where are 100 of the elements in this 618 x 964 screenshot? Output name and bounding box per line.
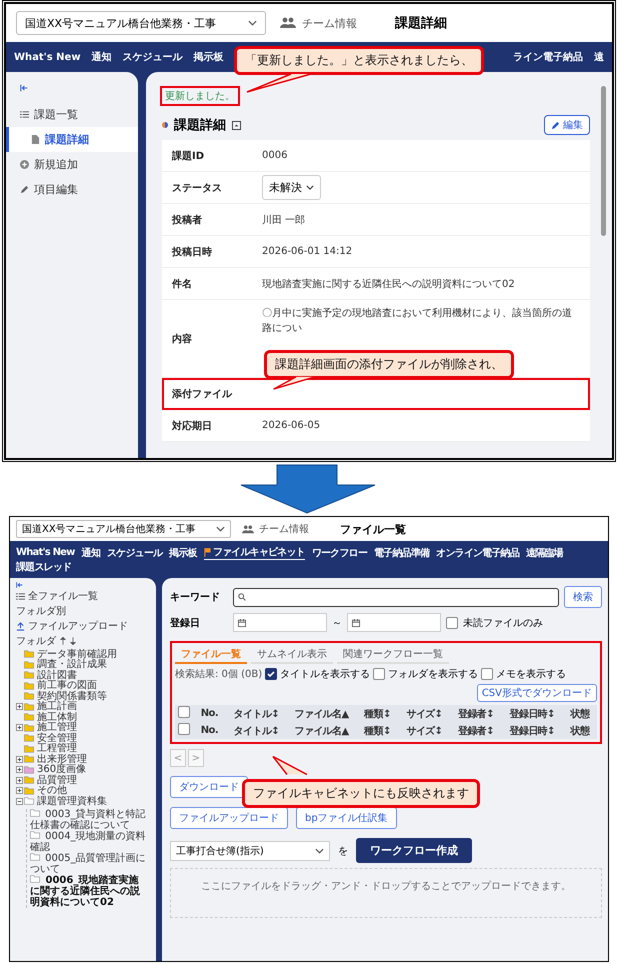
folder-item[interactable]: その他: [16, 786, 152, 796]
project-select[interactable]: 国道XX号マニュアル橋台他業務・工事: [16, 11, 266, 35]
nav-item[interactable]: ライン電子納品: [513, 50, 583, 64]
scrollbar[interactable]: [601, 86, 606, 236]
column-header[interactable]: 種類↕: [356, 724, 399, 738]
folder-item[interactable]: 課題管理資料集: [16, 796, 152, 806]
folder-item[interactable]: 0005_品質管理計画について: [30, 852, 146, 874]
nav-item[interactable]: 遠隔臨場: [526, 546, 563, 560]
checkbox[interactable]: [481, 668, 494, 680]
column-header[interactable]: サイズ↕: [398, 706, 450, 720]
column-header[interactable]: 種類↕: [356, 706, 399, 720]
checkbox[interactable]: [178, 706, 190, 718]
folder-item[interactable]: データ事前確認用: [16, 649, 152, 660]
field-label: 投稿者: [172, 214, 203, 226]
nav-item[interactable]: 通知: [82, 546, 100, 560]
plus-circle-icon: [20, 160, 29, 169]
nav-item[interactable]: ワークフロー: [312, 546, 368, 560]
sidebar-item[interactable]: ファイルアップロード: [16, 619, 152, 633]
nav-item[interactable]: 課題スレッド: [16, 560, 72, 574]
checkbox-label: タイトルを表示する: [280, 668, 370, 681]
nav-item[interactable]: 電子納品準備: [374, 546, 430, 560]
collapse-icon[interactable]: [16, 582, 23, 588]
keyword-field[interactable]: [233, 588, 559, 606]
tab[interactable]: サムネイル表示: [251, 646, 333, 664]
column-header[interactable]: 登録日時↕: [502, 706, 563, 720]
folder-item[interactable]: 施工体制: [16, 712, 152, 722]
sidebar-item[interactable]: 新規追加: [6, 152, 138, 177]
team-info-link[interactable]: チーム情報: [259, 522, 309, 536]
project-select[interactable]: 国道XX号マニュアル橋台他業務・工事: [16, 520, 231, 538]
column-header[interactable]: No.: [193, 725, 226, 736]
column-header[interactable]: 登録者↕: [450, 706, 502, 720]
nav-item[interactable]: スケジュール: [122, 50, 183, 64]
column-header[interactable]: 登録者↕: [450, 724, 502, 738]
column-header[interactable]: タイトル↕: [226, 724, 287, 738]
folder-item[interactable]: 0006_現地踏査実施に関する近隣住民への説明資料について02: [30, 874, 146, 908]
plus-box-icon[interactable]: [16, 776, 23, 784]
expand-all-icon[interactable]: [60, 637, 66, 645]
edit-button[interactable]: 編集: [544, 115, 590, 135]
folder-item[interactable]: 出来形管理: [16, 754, 152, 764]
sidebar-item[interactable]: 課題詳細: [6, 127, 138, 152]
nav-item[interactable]: What's New: [16, 547, 75, 558]
checkbox[interactable]: [265, 668, 278, 680]
nav-item[interactable]: What's New: [14, 52, 81, 62]
folder-item[interactable]: 安全管理: [16, 733, 152, 744]
nav-item[interactable]: 遠: [594, 50, 604, 64]
workflow-select[interactable]: 工事打合せ簿(指示): [170, 840, 330, 860]
folder-item[interactable]: 360度画像: [16, 764, 152, 775]
checkbox[interactable]: [178, 723, 190, 735]
column-header[interactable]: ファイル名▲: [286, 724, 356, 738]
field-label: 投稿日時: [172, 246, 213, 258]
nav-item[interactable]: オンライン電子納品: [436, 546, 520, 560]
folder-item[interactable]: 調査・設計成果: [16, 660, 152, 670]
nav-item[interactable]: 通知: [92, 50, 112, 64]
folder-item[interactable]: 契約関係書類等: [16, 691, 152, 702]
plus-box-icon[interactable]: [16, 703, 23, 710]
column-header[interactable]: No.: [193, 708, 226, 719]
folder-item[interactable]: 施工管理: [16, 722, 152, 733]
column-header[interactable]: タイトル↕: [226, 706, 287, 720]
search-button[interactable]: 検索: [564, 586, 602, 608]
tab[interactable]: 関連ワークフロー一覧: [337, 646, 449, 664]
sidebar-item[interactable]: 課題一覧: [6, 102, 138, 127]
team-info-link[interactable]: チーム情報: [302, 16, 357, 30]
folder-item[interactable]: 品質管理: [16, 775, 152, 786]
bp-file-button[interactable]: bpファイル仕訳集: [296, 807, 397, 829]
plus-box-icon[interactable]: [16, 787, 23, 794]
nav-item[interactable]: 掲示板: [194, 50, 224, 64]
column-header[interactable]: サイズ↕: [398, 724, 450, 738]
folder-item[interactable]: 工程管理: [16, 744, 152, 754]
csv-download-button[interactable]: CSV形式でダウンロード: [476, 684, 597, 702]
column-header[interactable]: 状態: [562, 706, 597, 720]
checkbox[interactable]: [373, 668, 386, 680]
column-header[interactable]: 登録日時↕: [502, 724, 563, 738]
sidebar-item[interactable]: 全ファイル一覧: [16, 589, 152, 603]
plus-box-icon[interactable]: [16, 724, 23, 732]
nav-item[interactable]: スケジュール: [106, 546, 162, 560]
download-button[interactable]: ダウンロード: [170, 776, 248, 798]
folder-item[interactable]: 0003_貸与資料と特記仕様書の確認について: [30, 808, 146, 830]
create-workflow-button[interactable]: ワークフロー作成: [356, 838, 472, 863]
plus-box-icon[interactable]: [16, 756, 23, 763]
sidebar-item[interactable]: 項目編集: [6, 177, 138, 202]
column-header[interactable]: ファイル名▲: [286, 706, 356, 720]
checkbox[interactable]: [446, 616, 458, 628]
nav-item[interactable]: 掲示板: [169, 546, 197, 560]
folder-item[interactable]: 0004_現地測量の資料確認: [30, 830, 146, 852]
collapse-section-icon[interactable]: [232, 120, 241, 130]
pencil-icon: [20, 185, 29, 194]
plus-box-icon[interactable]: [16, 766, 23, 774]
minus-box-icon[interactable]: [16, 798, 23, 805]
file-upload-button[interactable]: ファイルアップロード: [170, 807, 288, 829]
collapse-all-icon[interactable]: [70, 637, 76, 645]
folder-item[interactable]: 設計図書: [16, 670, 152, 680]
drop-zone[interactable]: ここにファイルをドラッグ・アンド・ドロップすることでアップロードできます。: [170, 868, 602, 918]
collapse-icon[interactable]: [20, 84, 28, 92]
column-header[interactable]: 状態: [562, 724, 597, 738]
date-field[interactable]: [347, 613, 441, 632]
status-select[interactable]: 未解決: [262, 175, 321, 200]
folder-item[interactable]: 前工事の図面: [16, 680, 152, 691]
date-field[interactable]: [233, 613, 327, 632]
folder-item[interactable]: 施工計画: [16, 702, 152, 712]
nav-item[interactable]: ファイルキャビネット: [204, 545, 305, 560]
